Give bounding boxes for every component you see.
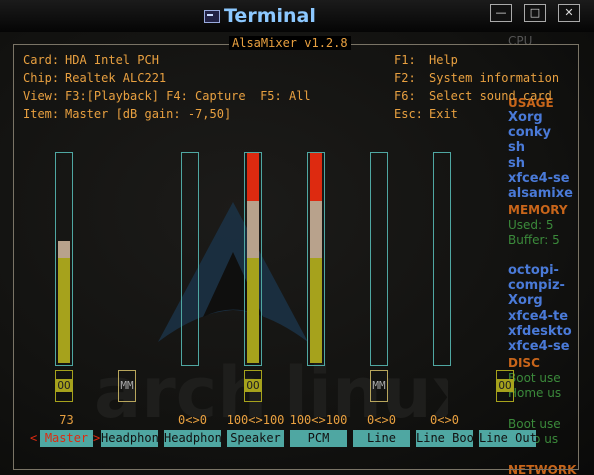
channel-value: 100<>100 <box>226 413 285 427</box>
channel-label[interactable]: Line Boo <box>416 430 473 447</box>
channel-label[interactable]: Headphon <box>164 430 221 447</box>
level-fill-low <box>247 258 259 363</box>
maximize-icon: □ <box>529 6 541 19</box>
level-fill-high <box>247 153 259 201</box>
channel-value: 100<>100 <box>289 413 348 427</box>
info-value: Realtek ALC221 <box>65 71 167 85</box>
selection-marker-left: < <box>30 431 38 445</box>
level-fill-mid <box>310 201 322 258</box>
mute-toggle[interactable]: OO <box>244 370 262 402</box>
mute-state: OO <box>56 379 72 392</box>
mute-toggle[interactable]: OO <box>55 370 73 402</box>
mute-toggle[interactable]: OO <box>496 370 514 402</box>
help-value: System information <box>429 71 560 85</box>
minimize-button[interactable]: — <box>490 4 512 22</box>
mute-state: OO <box>245 379 261 392</box>
info-value: F3:[Playback] F4: Capture F5: All <box>65 89 311 103</box>
level-fill-low <box>58 258 70 363</box>
channel-label[interactable]: Line Out <box>479 430 536 447</box>
help-value: Help <box>429 53 458 67</box>
channel-label[interactable]: Line <box>353 430 410 447</box>
terminal-window: Terminal — □ ✕ arch linux OstatniaCPUUSA… <box>0 0 594 475</box>
level-fill-high <box>310 153 322 201</box>
mute-state: MM <box>372 379 386 392</box>
close-button[interactable]: ✕ <box>558 4 580 22</box>
channel-value: 73 <box>59 413 74 427</box>
info-key: Item: <box>23 107 60 121</box>
maximize-button[interactable]: □ <box>524 4 546 22</box>
info-key: View: <box>23 89 60 103</box>
mute-toggle[interactable]: MM <box>118 370 136 402</box>
help-key: F2: <box>394 71 416 85</box>
channel-label[interactable]: Speaker <box>227 430 284 447</box>
channel-label[interactable]: PCM <box>290 430 347 447</box>
info-key: Card: <box>23 53 60 67</box>
mute-state: OO <box>497 379 513 392</box>
level-fill-low <box>310 258 322 363</box>
volume-bar[interactable] <box>433 152 451 366</box>
channel-label[interactable]: Headphon <box>101 430 158 447</box>
channel-value: 0<>0 <box>367 413 396 427</box>
volume-bar[interactable] <box>370 152 388 366</box>
help-value: Select sound card <box>429 89 552 103</box>
info-value: HDA Intel PCH <box>65 53 159 67</box>
channel-value: 0<>0 <box>178 413 207 427</box>
mute-state: MM <box>120 379 134 392</box>
mute-toggle[interactable]: MM <box>370 370 388 402</box>
channel-value: 0<>0 <box>430 413 459 427</box>
help-value: Exit <box>429 107 458 121</box>
volume-bar[interactable] <box>181 152 199 366</box>
close-icon: ✕ <box>564 6 574 19</box>
help-key: F6: <box>394 89 416 103</box>
volume-bar[interactable] <box>307 152 325 366</box>
info-key: Chip: <box>23 71 60 85</box>
help-key: Esc: <box>394 107 423 121</box>
volume-bar[interactable] <box>55 152 73 366</box>
info-value: Master [dB gain: -7,50] <box>65 107 232 121</box>
terminal-icon <box>204 10 220 23</box>
level-fill-mid <box>247 201 259 258</box>
help-key: F1: <box>394 53 416 67</box>
volume-bar[interactable] <box>244 152 262 366</box>
level-fill-mid <box>58 241 70 258</box>
selection-marker-right: > <box>93 431 101 445</box>
minimize-icon: — <box>495 6 507 19</box>
window-title: Terminal <box>224 5 316 27</box>
channel-label[interactable]: Master <box>40 430 93 447</box>
terminal-area[interactable]: arch linux OstatniaCPUUSAGEXorgconkyshsh… <box>0 32 594 475</box>
mixer-title: AlsaMixer v1.2.8 <box>229 36 351 50</box>
title-bar[interactable]: Terminal — □ ✕ <box>0 0 594 32</box>
